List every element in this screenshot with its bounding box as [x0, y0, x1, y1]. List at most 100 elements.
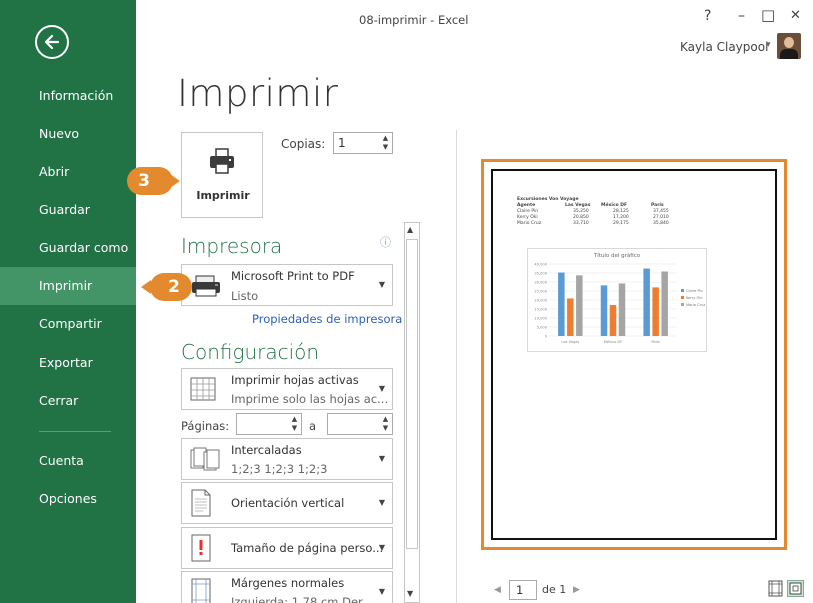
print-what-dropdown[interactable]: Imprimir hojas activas Imprime solo las …: [181, 368, 393, 410]
bar-3-1: [576, 275, 583, 336]
nav-abrir[interactable]: Abrir: [0, 153, 136, 191]
y-tick-label: 35,000: [534, 272, 547, 276]
callout-3: 3: [127, 167, 180, 195]
spin-up-icon[interactable]: ▲: [381, 415, 390, 424]
nav-guardar-como[interactable]: Guardar como: [0, 229, 136, 267]
show-margins-button[interactable]: [767, 580, 784, 597]
bar-2-3: [652, 287, 659, 336]
page-number-input[interactable]: 1: [509, 580, 537, 600]
zoom-to-page-button[interactable]: [787, 580, 804, 597]
legend-swatch: [681, 296, 684, 299]
spin-up-icon[interactable]: ▲: [290, 415, 299, 424]
avatar-face: [784, 37, 794, 48]
y-tick-label: 5,000: [537, 326, 548, 330]
minimize-button[interactable]: –: [738, 8, 745, 24]
sheet-cell: 27,010: [653, 215, 669, 220]
chevron-down-icon: ▼: [378, 543, 385, 552]
copies-label: Copias:: [281, 137, 326, 151]
margins-icon: [191, 578, 211, 603]
pages-to-stepper[interactable]: ▲ ▼: [327, 413, 393, 435]
spin-up-icon[interactable]: ▲: [381, 134, 390, 143]
y-tick-label: 20,000: [534, 299, 547, 303]
avatar[interactable]: [777, 33, 801, 59]
portrait-page-icon: [191, 489, 211, 517]
y-tick-label: 15,000: [534, 308, 547, 312]
orientation-dropdown[interactable]: Orientación vertical ▼: [181, 482, 393, 524]
settings-scrollbar[interactable]: ▲ ▼: [404, 222, 420, 603]
callout-3-label: 3: [138, 171, 150, 191]
scroll-up-icon[interactable]: ▲: [407, 225, 413, 234]
sheet-cell: 35,840: [653, 221, 669, 226]
pages-to-label: a: [309, 419, 317, 433]
nav-cuenta[interactable]: Cuenta: [0, 442, 136, 480]
legend-label: Claire Pin: [686, 289, 703, 293]
paper-size-label: Tamaño de página perso...: [231, 541, 384, 555]
sheet-cell: Mario Cruz: [517, 221, 542, 226]
margins-dropdown[interactable]: Márgenes normales Izquierda: 1,78 cm Der…: [181, 571, 393, 603]
user-name[interactable]: Kayla Claypool: [680, 40, 768, 54]
preview-chart: Título del gráfico 40,000 35,000 30,000 25,…: [527, 248, 707, 352]
back-button[interactable]: [35, 25, 69, 59]
printer-icon: [210, 148, 234, 174]
bar-2-1: [567, 298, 574, 336]
copies-input[interactable]: [338, 135, 374, 151]
chevron-down-icon: ▼: [378, 454, 385, 463]
spin-down-icon[interactable]: ▼: [381, 424, 390, 433]
sheet-cell: 33,710: [573, 221, 589, 226]
callout-2-label: 2: [168, 277, 180, 297]
nav-guardar[interactable]: Guardar: [0, 191, 136, 229]
page-count: de 1: [542, 583, 567, 596]
nav-informacion[interactable]: Información: [0, 77, 136, 115]
scroll-thumb[interactable]: [406, 239, 418, 549]
orientation-label: Orientación vertical: [231, 496, 345, 510]
sheet-cell: 28,125: [613, 209, 629, 214]
nav-opciones[interactable]: Opciones: [0, 480, 136, 518]
copies-stepper[interactable]: ▲ ▼: [333, 132, 393, 154]
margins-desc: Izquierda: 1,78 cm Der...: [231, 595, 373, 603]
callout-arrow-icon: [141, 280, 151, 294]
nav-compartir[interactable]: Compartir: [0, 305, 136, 343]
print-what-desc: Imprime solo las hojas ac...: [231, 392, 389, 406]
warning-page-icon: [191, 534, 211, 562]
bar-2-2: [609, 305, 617, 336]
nav-exportar[interactable]: Exportar: [0, 344, 136, 382]
nav-cerrar[interactable]: Cerrar: [0, 382, 136, 420]
sidebar-divider: [39, 431, 111, 432]
printer-properties-link[interactable]: Propiedades de impresora: [252, 312, 402, 326]
sheet-header-3: París: [651, 203, 664, 208]
sheet-cell: 37,455: [653, 209, 669, 214]
next-page-icon[interactable]: ▶: [573, 585, 580, 595]
spin-down-icon[interactable]: ▼: [290, 424, 299, 433]
zoom-to-page-icon: [789, 582, 802, 595]
sheet-cell: Kerry Oki: [517, 215, 538, 220]
legend-label: Mario Cruz: [686, 303, 705, 307]
sheet-header-2: México DF: [601, 203, 628, 208]
scroll-down-icon[interactable]: ▼: [407, 589, 413, 598]
pages-label: Páginas:: [181, 419, 230, 433]
prev-page-icon[interactable]: ◀: [494, 585, 501, 595]
print-button[interactable]: Imprimir: [181, 132, 263, 218]
chevron-down-icon[interactable]: ▾: [766, 40, 771, 50]
nav-nuevo[interactable]: Nuevo: [0, 115, 136, 153]
y-tick-label: 10,000: [534, 317, 547, 321]
legend-swatch: [681, 303, 684, 306]
chevron-down-icon: ▼: [378, 384, 385, 393]
help-button[interactable]: ?: [704, 8, 711, 24]
x-tick-label: París: [651, 340, 660, 344]
sheet-header-0: Agente: [517, 203, 536, 208]
settings-section-title: Configuración: [181, 340, 320, 364]
collate-dropdown[interactable]: Intercaladas 1;2;3 1;2;3 1;2;3 ▼: [181, 438, 393, 480]
excel-print-backstage: Información Nuevo Abrir Guardar Guardar …: [0, 0, 813, 603]
printer-status: Listo: [231, 289, 259, 303]
sheet-cell: 29,175: [613, 221, 629, 226]
maximize-button[interactable]: □: [761, 6, 775, 24]
nav-imprimir[interactable]: Imprimir: [0, 267, 136, 305]
sheet-cell: 20,850: [573, 215, 589, 220]
paper-size-dropdown[interactable]: Tamaño de página perso... ▼: [181, 527, 393, 569]
printer-dropdown[interactable]: Microsoft Print to PDF Listo ▼: [181, 264, 393, 306]
spin-down-icon[interactable]: ▼: [381, 143, 390, 152]
info-icon[interactable]: ⓘ: [380, 234, 391, 250]
y-tick-label: 25,000: [534, 290, 547, 294]
pages-from-stepper[interactable]: ▲ ▼: [236, 413, 302, 435]
close-button[interactable]: ✕: [790, 8, 801, 23]
